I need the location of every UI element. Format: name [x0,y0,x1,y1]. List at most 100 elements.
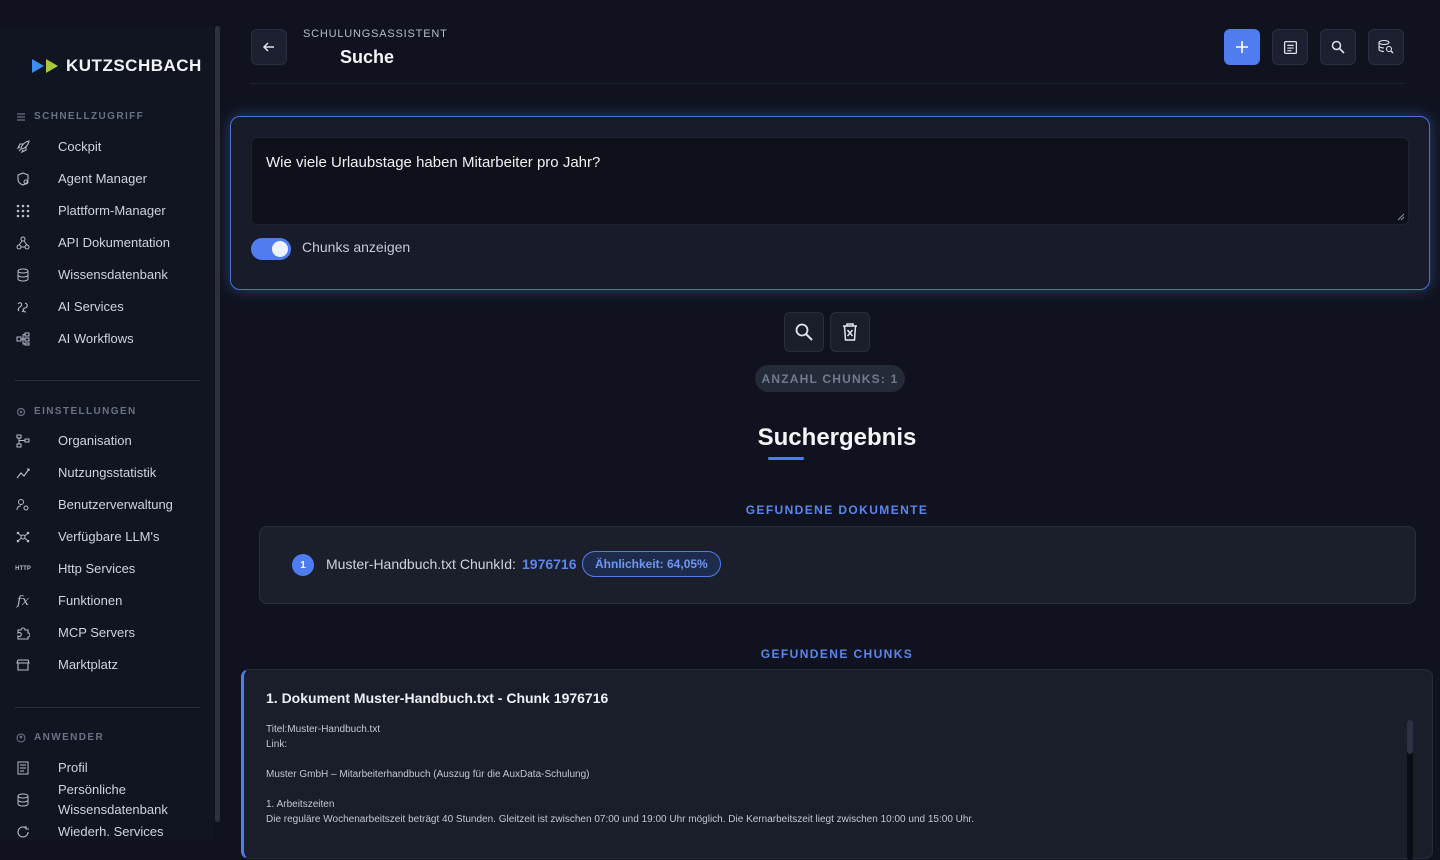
sidebar-item-wiederh-services[interactable]: Wiederh. Services [16,818,206,846]
query-text: Wie viele Urlaubstage haben Mitarbeiter … [266,154,601,171]
sidebar-item-label: Persönliche Wissensdatenbank [58,782,168,817]
org-icon [16,434,30,448]
query-card: Wie viele Urlaubstage haben Mitarbeiter … [230,116,1430,290]
sidebar-item-persoenliche-wissensdatenbank[interactable]: Persönliche Wissensdatenbank [16,780,206,820]
trash-icon [843,323,857,341]
section-title: ANWENDER [34,732,105,743]
result-title-underline [768,457,804,460]
chunk-result-card: 1. Dokument Muster-Handbuch.txt - Chunk … [241,669,1433,860]
database-search-button[interactable] [1368,29,1404,65]
document-name: Muster-Handbuch.txt ChunkId: [326,556,516,572]
sidebar-divider [14,380,200,381]
document-result-card[interactable]: 1 Muster-Handbuch.txt ChunkId: 1976716 Ä… [259,526,1416,604]
sidebar-item-label: API Dokumentation [58,235,171,250]
document-button[interactable] [1272,29,1308,65]
settings-icon [16,407,26,416]
chunk-title: 1. Dokument Muster-Handbuch.txt - Chunk … [266,690,609,706]
search-icon [1331,40,1345,54]
workflow-icon [16,332,30,346]
chunk-line [266,782,1386,797]
brand-logo[interactable]: KUTZSCHBACH [32,56,202,76]
document-chunk-id[interactable]: 1976716 [522,556,577,572]
sidebar-item-agent-manager[interactable]: Agent Manager [16,165,206,193]
rocket-icon [16,140,30,154]
stats-icon [16,466,30,480]
sidebar-scrollbar[interactable] [215,26,220,822]
grid-icon [16,204,30,218]
run-search-button[interactable] [784,312,824,352]
llm-icon [16,530,30,544]
chunk-scrollbar[interactable] [1407,720,1413,860]
search-button[interactable] [1320,29,1356,65]
sidebar-item-label: Verfügbare LLM's [58,529,160,544]
agent-icon [16,172,30,186]
page-subtitle: SCHULUNGSASSISTENT [303,28,448,40]
result-title: Suchergebnis [757,424,917,451]
chunk-line: Die reguläre Wochenarbeitszeit beträgt 4… [266,814,974,825]
sidebar-item-profil[interactable]: Profil [16,754,206,782]
puzzle-icon [16,626,30,640]
documents-section-label: GEFUNDENE DOKUMENTE [745,503,929,517]
clear-button[interactable] [830,312,870,352]
database-icon [16,268,30,282]
ai-icon [16,300,30,314]
header-divider [250,83,1405,84]
http-icon: HTTP [15,566,31,572]
function-icon: fx [16,593,30,609]
chunk-content: Titel:Muster-Handbuch.txt Link: Muster G… [266,722,1386,827]
page-title: Suche [340,47,395,67]
search-icon [795,323,813,341]
back-button[interactable] [251,29,287,65]
sidebar-item-label: Http Services [58,561,136,576]
resize-handle-icon[interactable] [1397,213,1405,221]
sidebar-item-label: Wiederh. Services [58,824,164,839]
document-icon [1283,40,1297,54]
brand-name: KUTZSCHBACH [66,56,202,75]
sidebar-item-nutzungsstatistik[interactable]: Nutzungsstatistik [16,459,206,487]
chunk-line: Titel:Muster-Handbuch.txt [266,724,381,735]
chunk-line [266,752,1386,767]
sidebar-divider [14,707,200,708]
chunk-line: 1. Arbeitszeiten [266,799,335,810]
sidebar-item-label: Wissensdatenbank [58,267,168,282]
sidebar-item-cockpit[interactable]: Cockpit [16,133,206,161]
database-search-icon [1378,39,1394,54]
refresh-icon [16,825,30,839]
sidebar-item-label: Funktionen [58,593,123,608]
section-title: SCHNELLZUGRIFF [34,111,145,122]
user-circle-icon [16,732,26,743]
chunk-scrollbar-thumb[interactable] [1407,720,1413,754]
sidebar-item-mcp-servers[interactable]: MCP Servers [16,619,206,647]
sidebar-item-label: Benutzerverwaltung [58,497,173,512]
document-number-badge: 1 [292,554,314,576]
sidebar-item-label: Organisation [58,433,132,448]
chunk-count-badge: ANZAHL CHUNKS: 1 [755,365,905,392]
query-input[interactable]: Wie viele Urlaubstage haben Mitarbeiter … [251,137,1409,225]
sidebar-item-ai-services[interactable]: AI Services [16,293,206,321]
back-arrow-icon [262,42,274,52]
logo-arrows-icon [32,59,58,73]
sidebar-item-api-dokumentation[interactable]: API Dokumentation [16,229,206,257]
profile-icon [16,761,30,775]
chunks-toggle-label: Chunks anzeigen [302,239,411,255]
chunk-line: Muster GmbH – Mitarbeiterhandbuch (Auszu… [266,769,590,780]
sidebar-item-organisation[interactable]: Organisation [16,427,206,455]
sidebar-item-verfuegbare-llms[interactable]: Verfügbare LLM's [16,523,206,551]
sidebar-item-funktionen[interactable]: fx Funktionen [16,587,206,615]
section-einstellungen: EINSTELLUNGEN [16,406,137,417]
sidebar-item-plattform-manager[interactable]: Plattform-Manager [16,197,206,225]
sidebar-item-marktplatz[interactable]: Marktplatz [16,651,206,679]
sidebar-item-label: Nutzungsstatistik [58,465,157,480]
add-button[interactable] [1224,29,1260,65]
plus-icon [1236,41,1248,53]
webhook-icon [16,236,30,250]
section-schnellzugriff: SCHNELLZUGRIFF [16,111,144,122]
sidebar-item-label: Cockpit [58,139,102,154]
menu-icon [17,112,25,121]
sidebar-item-ai-workflows[interactable]: AI Workflows [16,325,206,353]
chunks-toggle[interactable] [251,238,291,260]
sidebar-item-wissensdatenbank[interactable]: Wissensdatenbank [16,261,206,289]
sidebar-item-http-services[interactable]: HTTP Http Services [15,555,206,583]
sidebar-item-benutzerverwaltung[interactable]: Benutzerverwaltung [16,491,206,519]
sidebar-item-label: AI Services [58,299,124,314]
